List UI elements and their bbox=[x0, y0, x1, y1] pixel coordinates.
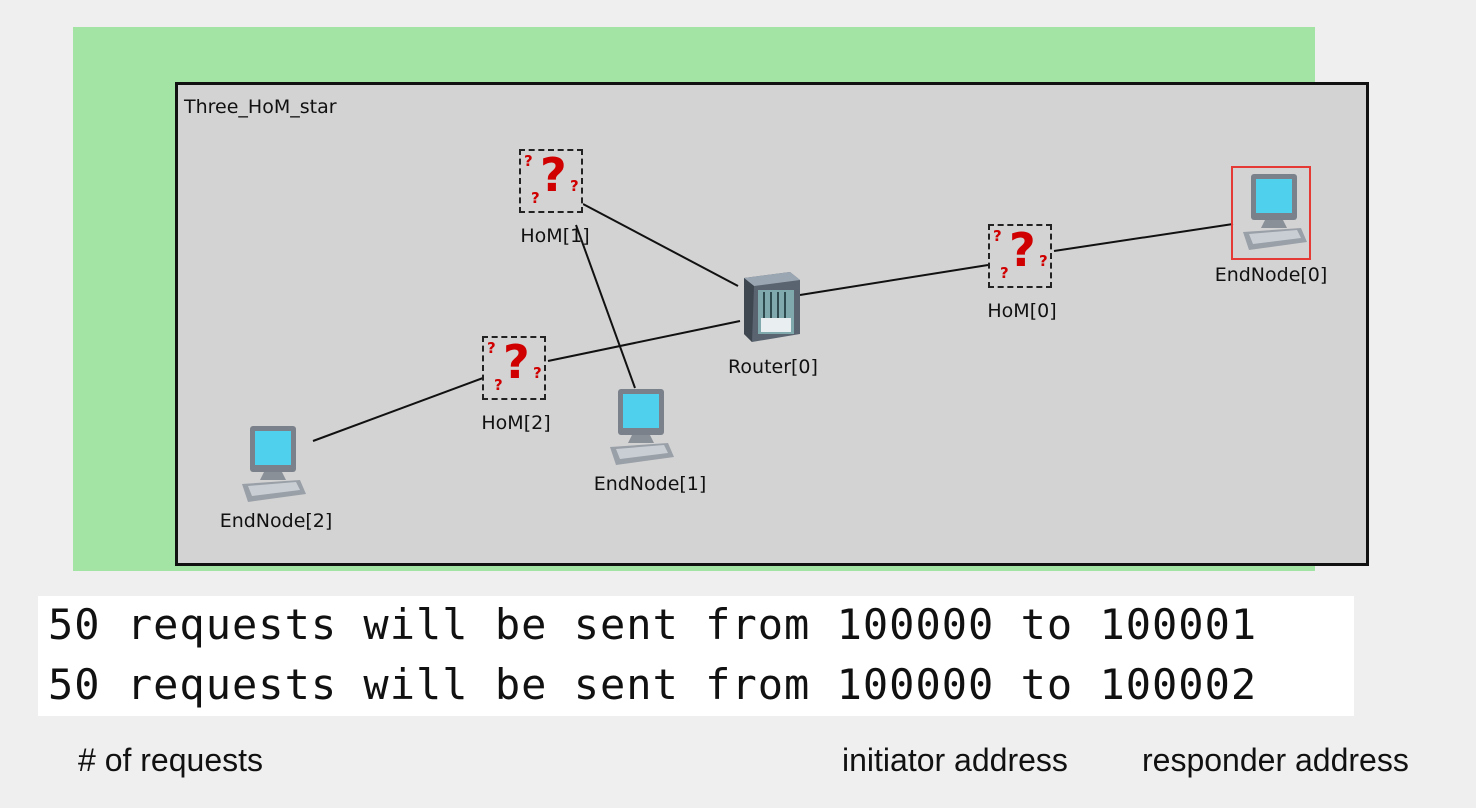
unknown-module-question-icon: ? ? ? ? bbox=[482, 336, 546, 400]
node-endnode1[interactable]: EndNode[1] bbox=[594, 381, 706, 495]
network-canvas: Three_HoM_star ? ? ? ? HoM[1] ? ? ? ? Ho… bbox=[175, 82, 1369, 566]
node-label-hom0: HoM[0] bbox=[987, 300, 1057, 322]
console-output: 50 requests will be sent from 100000 to … bbox=[38, 596, 1354, 716]
link-hom1-router bbox=[582, 203, 739, 287]
computer-icon bbox=[242, 426, 306, 502]
unknown-module-question-icon: ? ? ? ? bbox=[988, 224, 1052, 288]
annotation-requests: # of requests bbox=[78, 742, 263, 778]
console-line: 50 requests will be sent from 100000 to … bbox=[48, 660, 1258, 709]
computer-icon bbox=[610, 389, 674, 465]
router-icon bbox=[744, 272, 800, 342]
node-label-router0: Router[0] bbox=[728, 356, 818, 378]
node-label-hom2: HoM[2] bbox=[481, 412, 551, 434]
link-endnode2-hom2 bbox=[312, 377, 484, 442]
node-label-endnode0: EndNode[0] bbox=[1214, 264, 1328, 286]
network-frame: Three_HoM_star ? ? ? ? HoM[1] ? ? ? ? Ho… bbox=[73, 27, 1369, 571]
console-line: 50 requests will be sent from 100000 to … bbox=[48, 600, 1258, 649]
link-hom2-router bbox=[547, 320, 741, 362]
annotation-initiator: initiator address bbox=[842, 742, 1068, 778]
node-label-endnode1: EndNode[1] bbox=[593, 473, 707, 495]
node-label-endnode2: EndNode[2] bbox=[219, 510, 333, 532]
computer-icon bbox=[1243, 174, 1307, 250]
node-endnode2[interactable]: EndNode[2] bbox=[220, 418, 332, 532]
link-hom0-endnode0 bbox=[1053, 223, 1234, 252]
node-label-hom1: HoM[1] bbox=[520, 225, 590, 247]
link-router-hom0 bbox=[799, 264, 989, 296]
link-hom1-endnode1 bbox=[575, 224, 636, 389]
annotation-responder: responder address bbox=[1142, 742, 1409, 778]
node-router0[interactable]: Router[0] bbox=[728, 268, 818, 378]
unknown-module-question-icon: ? ? ? ? bbox=[519, 149, 583, 213]
